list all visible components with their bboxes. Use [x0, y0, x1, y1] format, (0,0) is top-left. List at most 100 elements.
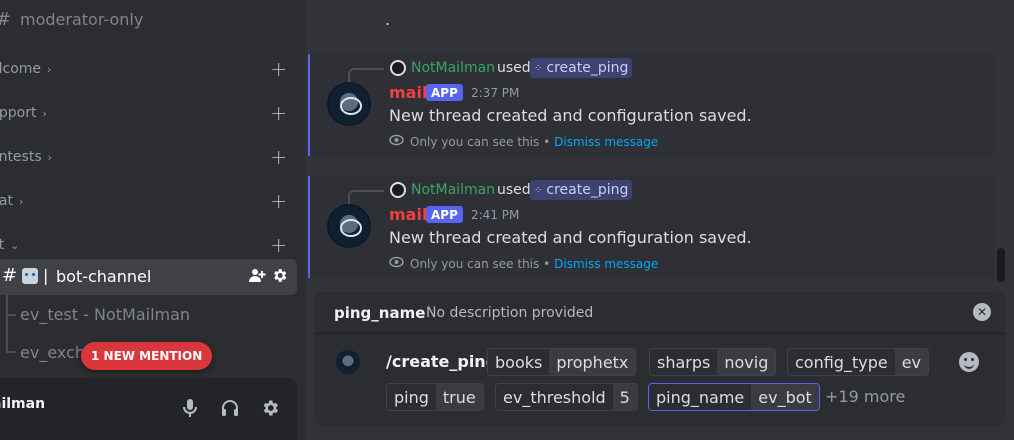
command-name: create_ping: [546, 182, 629, 198]
more-options-label[interactable]: +19 more: [825, 387, 905, 406]
category-support[interactable]: upport › +: [0, 100, 305, 126]
category-label: hat: [0, 193, 13, 209]
mic-icon[interactable]: [182, 398, 198, 423]
ephemeral-note: Only you can see this • Dismiss message: [389, 134, 658, 150]
category-chat[interactable]: hat › +: [0, 188, 305, 214]
ephemeral-text: Only you can see this •: [410, 135, 551, 149]
avatar[interactable]: [327, 82, 371, 126]
used-label: used: [497, 60, 531, 76]
channel-bot-channel[interactable]: # | bot-channel: [0, 259, 297, 295]
new-mention-pill[interactable]: 1 NEW MENTION: [81, 342, 213, 370]
close-icon[interactable]: ✕: [973, 303, 991, 321]
option-value[interactable]: prophetx: [549, 349, 636, 375]
option-value[interactable]: 5: [612, 384, 637, 410]
option-value[interactable]: true: [435, 384, 483, 410]
command-chip[interactable]: ⁘ create_ping: [530, 180, 633, 200]
timestamp: 2:37 PM: [471, 86, 520, 100]
channel-hash-icon: #: [2, 265, 18, 286]
app-badge: APP: [426, 84, 463, 101]
channel-sidebar: # moderator-only elcome › + upport › + ont…: [0, 0, 305, 440]
scrollbar-thumb[interactable]: [997, 248, 1005, 282]
chevron-down-icon: ⌄: [10, 238, 20, 252]
option-ev-threshold[interactable]: ev_threshold 5: [495, 383, 638, 411]
headphones-icon[interactable]: [220, 398, 240, 423]
channel-moderator-only[interactable]: # moderator-only: [0, 4, 305, 34]
command-user[interactable]: NotMailman: [411, 182, 495, 198]
option-config-type[interactable]: config_type ev: [787, 348, 930, 376]
eye-icon: [389, 134, 404, 150]
slash-command-name: /create_ping: [386, 352, 498, 371]
option-key: ping_name: [649, 384, 752, 410]
option-value[interactable]: ev: [894, 349, 929, 375]
reply-connector: [348, 190, 384, 204]
chevron-right-icon: ›: [42, 106, 47, 120]
thread-connector: [6, 314, 16, 316]
ephemeral-note: Only you can see this • Dismiss message: [389, 256, 658, 272]
app-badge: APP: [426, 206, 463, 223]
message-2[interactable]: NotMailman used ⁘ create_ping mail APP 2:…: [308, 176, 994, 278]
category-bot[interactable]: ot ⌄ +: [0, 232, 305, 258]
channel-name: bot-channel: [56, 267, 152, 286]
command-composer: ping_name No description provided ✕ /cre…: [315, 292, 1005, 426]
category-contests[interactable]: ontests › +: [0, 144, 305, 170]
option-value[interactable]: ev_bot: [751, 384, 819, 410]
slash-command-icon: ⁘: [534, 62, 543, 74]
option-sharps[interactable]: sharps novig: [649, 348, 777, 376]
channel-hash-icon: #: [0, 9, 11, 30]
plus-icon[interactable]: +: [270, 191, 287, 211]
option-ping[interactable]: ping true: [386, 383, 484, 411]
thread-connector: [6, 295, 8, 351]
message-1[interactable]: NotMailman used ⁘ create_ping mail APP 2:…: [308, 54, 994, 156]
emoji-icon[interactable]: [959, 352, 979, 372]
category-label: upport: [0, 105, 37, 121]
add-member-icon[interactable]: [249, 267, 266, 288]
used-label: used: [497, 182, 531, 198]
param-name: ping_name: [334, 304, 426, 322]
previous-message-fragment: .: [385, 10, 391, 29]
user-panel: ailman: [0, 378, 297, 440]
chevron-right-icon: ›: [47, 150, 53, 164]
gear-icon[interactable]: [260, 398, 280, 423]
dismiss-message-link[interactable]: Dismiss message: [554, 135, 658, 149]
chevron-right-icon: ›: [47, 62, 52, 76]
category-welcome[interactable]: elcome › +: [0, 56, 305, 82]
slash-command-icon: ⁘: [534, 184, 543, 196]
reply-connector: [348, 68, 384, 82]
plus-icon[interactable]: +: [270, 235, 287, 255]
user-mini-avatar[interactable]: [390, 60, 406, 76]
author-name[interactable]: mail: [389, 83, 427, 102]
option-hint-header: ping_name No description provided ✕: [315, 292, 1005, 334]
command-user[interactable]: NotMailman: [411, 60, 495, 76]
thread-ev-exch[interactable]: ev_exch: [20, 343, 85, 362]
user-mini-avatar[interactable]: [390, 182, 406, 198]
thread-connector: [6, 351, 16, 353]
message-content: New thread created and configuration sav…: [389, 106, 752, 125]
dismiss-message-link[interactable]: Dismiss message: [554, 257, 658, 271]
command-chip[interactable]: ⁘ create_ping: [530, 58, 633, 78]
username[interactable]: ailman: [0, 396, 45, 412]
plus-icon[interactable]: +: [270, 103, 287, 123]
gear-icon[interactable]: [271, 267, 288, 288]
plus-icon[interactable]: +: [270, 59, 287, 79]
category-label: ontests: [0, 149, 42, 165]
plus-icon[interactable]: +: [270, 147, 287, 167]
param-description: No description provided: [426, 305, 594, 321]
option-books[interactable]: books prophetx: [487, 348, 637, 376]
option-key: ping: [387, 384, 436, 410]
option-key: sharps: [650, 349, 718, 375]
robot-emoji-icon: [22, 268, 38, 284]
option-ping-name[interactable]: ping_name ev_bot: [648, 383, 820, 411]
avatar[interactable]: [327, 204, 371, 248]
category-label: ot: [0, 237, 5, 253]
option-key: config_type: [788, 349, 895, 375]
thread-ev-test[interactable]: ev_test - NotMailman: [20, 305, 190, 324]
ephemeral-text: Only you can see this •: [410, 257, 551, 271]
channel-divider: |: [43, 266, 49, 285]
chevron-right-icon: ›: [18, 194, 24, 208]
chat-area: . NotMailman used ⁘ create_ping mail APP …: [305, 0, 1014, 440]
option-value[interactable]: novig: [717, 349, 776, 375]
author-name[interactable]: mail: [389, 205, 427, 224]
timestamp: 2:41 PM: [471, 208, 520, 222]
option-key: books: [488, 349, 550, 375]
category-label: elcome: [0, 61, 42, 77]
